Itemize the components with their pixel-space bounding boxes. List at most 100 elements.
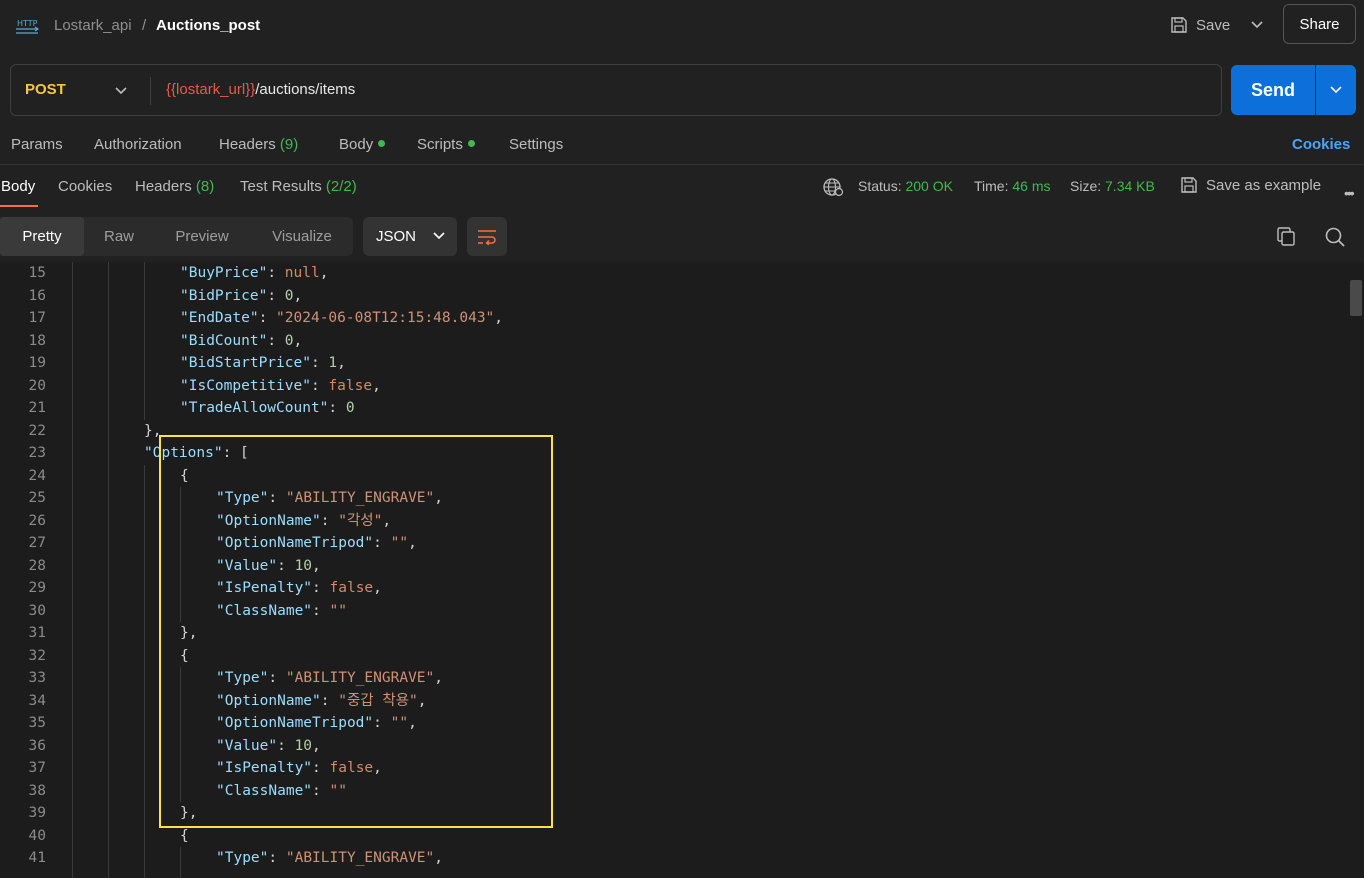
method-select[interactable]: POST	[25, 81, 66, 98]
line-number: 28	[28, 557, 46, 574]
scrollbar-thumb[interactable]	[1350, 280, 1362, 316]
scripts-indicator-dot	[467, 140, 475, 147]
chevron-down-icon	[1330, 86, 1342, 94]
code-token: 0	[284, 287, 294, 304]
code-token: 10	[294, 557, 313, 574]
view-pretty[interactable]: Pretty	[0, 217, 84, 256]
code-text: "OptionName": "중갑 착용",	[216, 690, 427, 713]
code-token: ,	[319, 265, 329, 281]
code-line: 25 "Type": "ABILITY_ENGRAVE",	[0, 487, 1348, 510]
search-icon[interactable]	[1324, 226, 1346, 248]
code-token: "IsCompetitive"	[180, 377, 311, 394]
code-text: "ClassName": ""	[216, 600, 347, 623]
code-token: :	[277, 557, 295, 574]
view-visualize[interactable]: Visualize	[254, 217, 350, 256]
code-token: ,	[293, 287, 303, 304]
code-token: "OptionName"	[216, 512, 321, 529]
code-token: },	[180, 625, 198, 641]
save-button[interactable]: Save	[1170, 12, 1230, 38]
code-line: 34 "OptionName": "중갑 착용",	[0, 690, 1348, 713]
time-value: 46 ms	[1012, 178, 1051, 194]
code-token: "ABILITY_ENGRAVE"	[285, 850, 435, 866]
code-token: :	[258, 310, 277, 326]
code-token: "Value"	[216, 557, 278, 574]
status-label: Status:	[858, 178, 902, 194]
tab-headers[interactable]: Headers (9)	[219, 136, 298, 153]
response-tab-headers[interactable]: Headers (8)	[135, 178, 214, 195]
size-label: Size:	[1070, 178, 1102, 194]
code-token: "Type"	[216, 670, 269, 686]
response-tab-body[interactable]: Body	[1, 178, 35, 195]
code-line: 16 "BidPrice": 0,	[0, 285, 1348, 308]
copy-icon[interactable]	[1275, 226, 1297, 248]
code-text: {	[180, 825, 189, 848]
send-options-button[interactable]	[1316, 65, 1356, 115]
method-dropdown-button[interactable]	[111, 82, 131, 100]
code-line: 23 "Options": [	[0, 442, 1348, 465]
code-line: 17 "EndDate": "2024-06-08T12:15:48.043",	[0, 307, 1348, 330]
chevron-down-icon	[115, 87, 127, 95]
test-results-count: (2/2)	[325, 178, 357, 195]
response-tab-cookies[interactable]: Cookies	[58, 178, 112, 195]
code-text: "TradeAllowCount": 0	[180, 397, 355, 420]
tab-params[interactable]: Params	[11, 136, 63, 153]
tab-body[interactable]: Body	[339, 136, 386, 153]
code-text: "IsPenalty": false,	[216, 577, 382, 600]
line-number: 31	[28, 625, 46, 641]
code-text: "BuyPrice": null,	[180, 262, 328, 285]
code-line: 40 {	[0, 825, 1348, 848]
globe-icon[interactable]	[822, 177, 844, 197]
code-text: "BidCount": 0,	[180, 330, 302, 353]
code-text: "OptionNameTripod": "",	[216, 532, 417, 555]
code-line: 37 "IsPenalty": false,	[0, 757, 1348, 780]
line-number: 24	[28, 467, 46, 484]
view-raw[interactable]: Raw	[88, 217, 150, 256]
code-token: :	[373, 535, 391, 551]
format-select[interactable]: JSON	[363, 217, 457, 256]
vertical-scrollbar[interactable]	[1348, 262, 1364, 878]
tab-settings[interactable]: Settings	[509, 136, 563, 153]
line-number: 41	[28, 850, 46, 866]
code-token: "ClassName"	[216, 602, 313, 619]
save-as-example-button[interactable]: Save as example	[1180, 176, 1321, 194]
code-token: "BidPrice"	[180, 287, 268, 304]
code-token: :	[373, 715, 391, 731]
more-options-icon[interactable]: •••	[1344, 185, 1355, 201]
wrap-lines-button[interactable]	[467, 217, 507, 256]
status-readout: Status: 200 OK	[858, 178, 953, 194]
code-token: ,	[408, 715, 417, 731]
view-preview[interactable]: Preview	[156, 217, 248, 256]
code-token: :	[310, 355, 329, 371]
code-token: ""	[329, 602, 347, 619]
code-token: 1	[328, 355, 338, 371]
cookies-link[interactable]: Cookies	[1292, 136, 1350, 153]
code-line: 22},	[0, 420, 1348, 443]
response-tab-test-results[interactable]: Test Results (2/2)	[240, 178, 357, 195]
code-token: :	[267, 265, 285, 281]
share-button[interactable]: Share	[1283, 4, 1356, 44]
response-headers-count: (8)	[195, 178, 215, 195]
code-token: ,	[372, 377, 381, 394]
code-token: "ABILITY_ENGRAVE"	[285, 490, 435, 506]
code-token: false	[329, 580, 374, 596]
active-tab-indicator	[0, 205, 38, 207]
top-bar: HTTP Lostark_api / Auctions_post Save Sh…	[0, 0, 1364, 52]
response-body-viewer[interactable]: 15 "BuyPrice": null, 16 "BidPrice": 0, 17 "En…	[0, 262, 1364, 878]
code-token: "BidStartPrice"	[180, 355, 311, 371]
line-number: 34	[28, 692, 46, 709]
code-text: {	[180, 465, 189, 488]
save-options-button[interactable]	[1246, 14, 1268, 36]
wrap-lines-icon	[478, 229, 496, 245]
breadcrumb-parent[interactable]: Lostark_api	[54, 16, 132, 36]
code-token: "OptionName"	[216, 692, 321, 709]
code-line: 19 "BidStartPrice": 1,	[0, 352, 1348, 375]
url-input[interactable]: {{lostark_url}}/auctions/items	[166, 81, 355, 98]
tab-authorization[interactable]: Authorization	[94, 136, 182, 153]
breadcrumb-current[interactable]: Auctions_post	[156, 16, 260, 36]
tab-scripts[interactable]: Scripts	[417, 136, 475, 153]
line-number: 23	[28, 445, 46, 461]
code-text: "IsCompetitive": false,	[180, 375, 381, 398]
send-button[interactable]: Send	[1231, 65, 1315, 115]
code-line: 18 "BidCount": 0,	[0, 330, 1348, 353]
time-label: Time:	[974, 178, 1009, 194]
